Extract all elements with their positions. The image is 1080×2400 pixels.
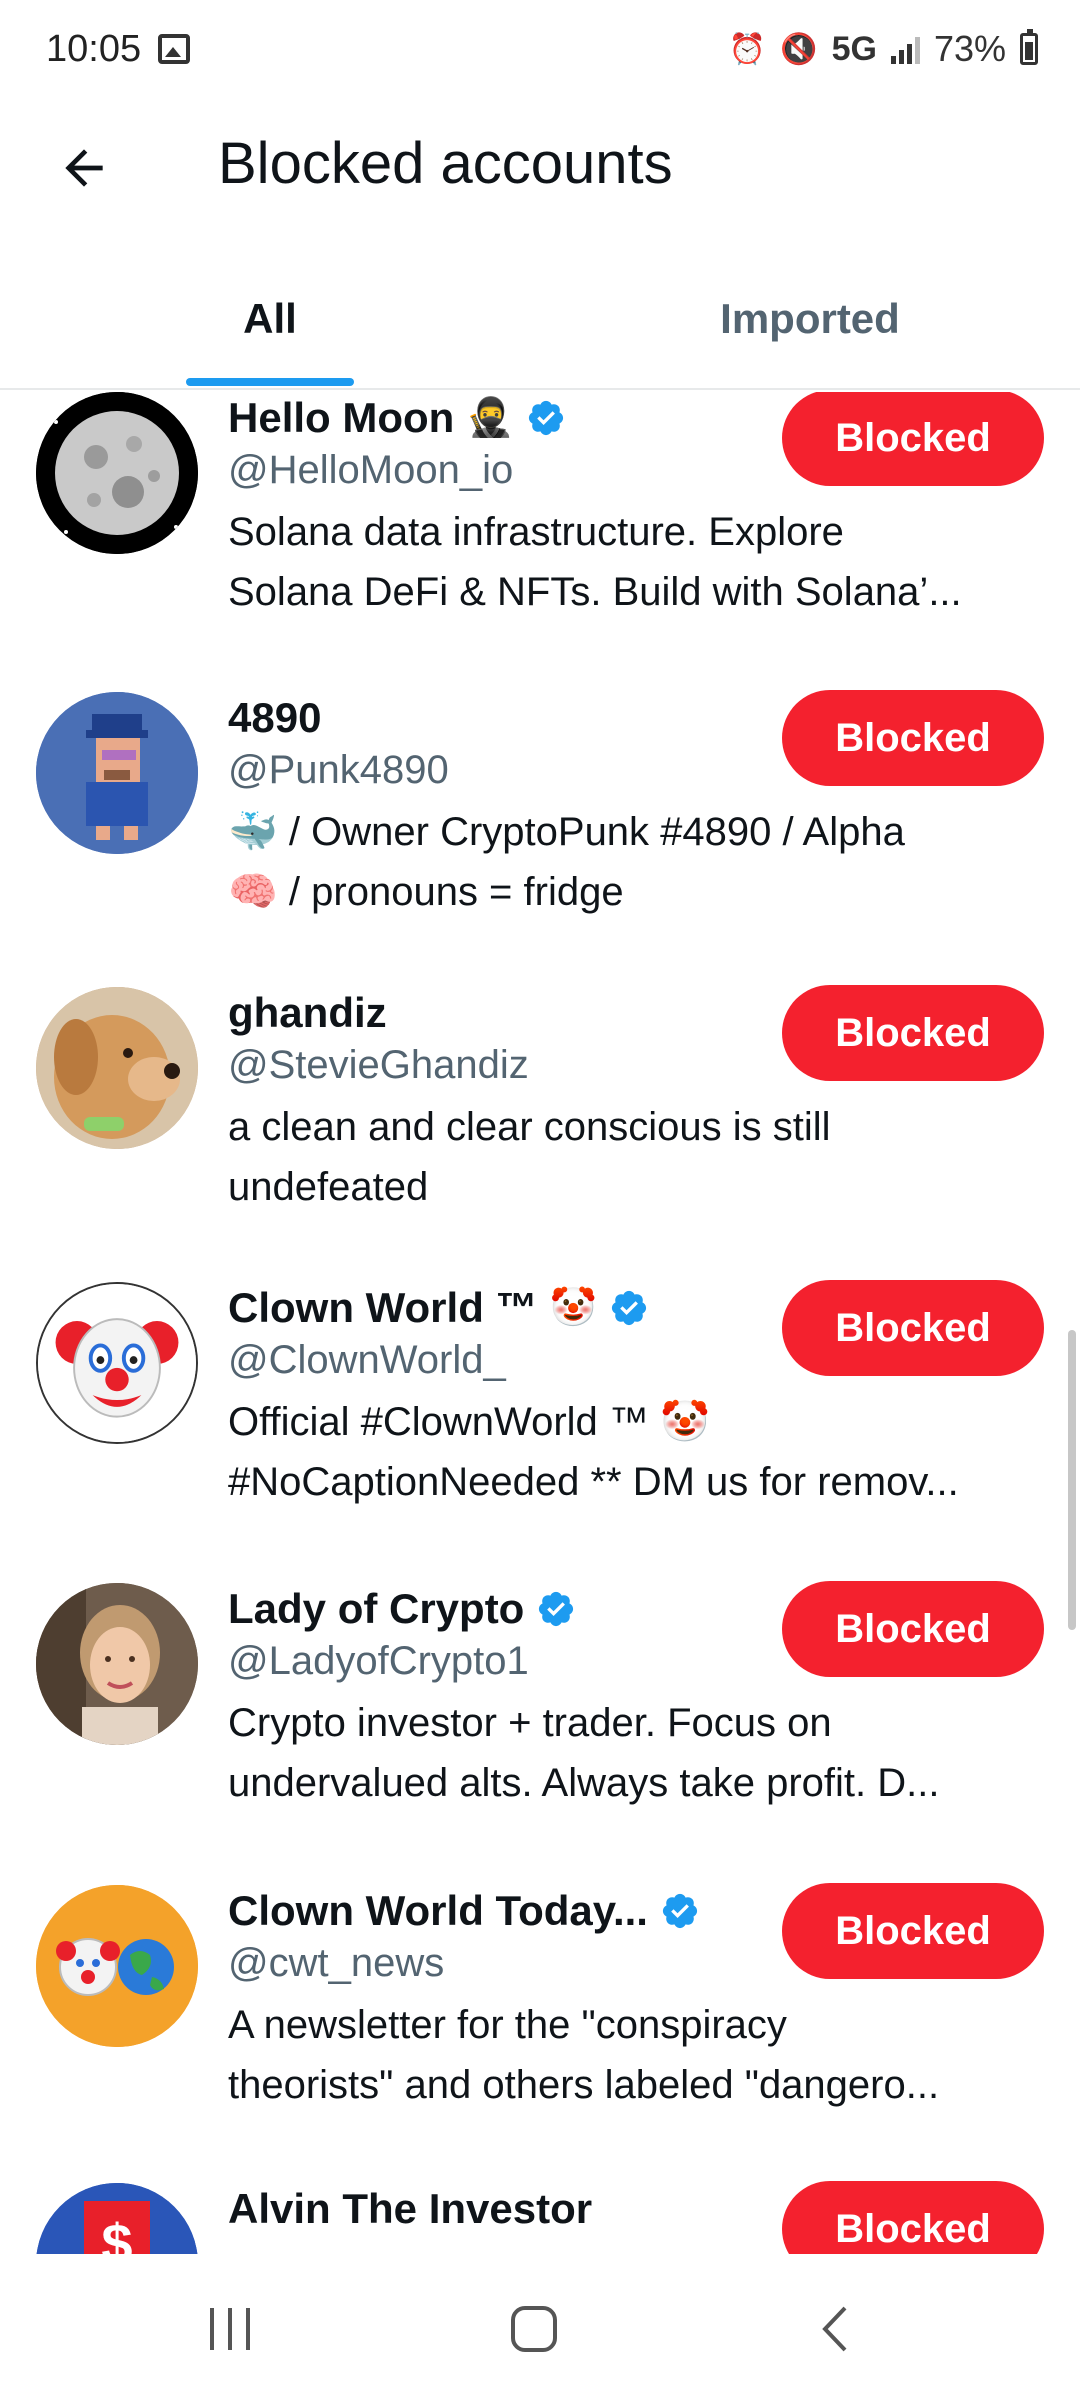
- avatar[interactable]: [36, 987, 198, 1149]
- blocked-button[interactable]: Blocked: [782, 1280, 1044, 1376]
- recent-apps-button[interactable]: [170, 2284, 290, 2374]
- network-type: 5G: [831, 29, 877, 68]
- tab-all[interactable]: All: [0, 250, 540, 388]
- blocked-button[interactable]: Blocked: [782, 2181, 1044, 2254]
- blocked-button[interactable]: Blocked: [782, 690, 1044, 786]
- account-handle: @StevieGhandiz: [228, 1043, 529, 1087]
- blocked-button[interactable]: Blocked: [782, 985, 1044, 1081]
- battery-icon: [1020, 29, 1038, 65]
- bio-line: Official #ClownWorld ™ 🤡: [228, 1400, 710, 1444]
- alarm-icon: ⏰: [728, 32, 767, 66]
- back-button[interactable]: [48, 132, 120, 204]
- verified-badge-icon: [662, 1893, 698, 1929]
- gallery-notification-icon: [158, 34, 190, 64]
- status-bar: 10:05 ⏰ 🔇 5G 73%: [0, 0, 1080, 100]
- dog-avatar-icon: [36, 987, 198, 1149]
- bio-line: undefeated: [228, 1165, 429, 1209]
- woman-avatar-icon: [36, 1583, 198, 1745]
- active-tab-indicator: [186, 378, 354, 386]
- account-bio: Official #ClownWorld ™ 🤡 #NoCaptionNeede…: [228, 1392, 1048, 1512]
- battery-percentage: 73%: [933, 28, 1006, 69]
- account-name: Clown World ™: [228, 1284, 538, 1331]
- signal-icon: [890, 34, 920, 64]
- tab-bar: All Imported: [0, 250, 1080, 390]
- account-name: 4890: [228, 694, 322, 741]
- account-bio: Solana data infrastructure. Explore Sola…: [228, 502, 1048, 622]
- svg-text:$: $: [101, 2212, 132, 2254]
- list-item[interactable]: 4890 @Punk4890 🐳 / Owner CryptoPunk #489…: [0, 684, 1080, 984]
- bio-line: theorists" and others labeled "dangero..…: [228, 2063, 940, 2107]
- blocked-button[interactable]: Blocked: [782, 1581, 1044, 1677]
- account-handle: @ClownWorld_: [228, 1338, 506, 1382]
- tab-imported[interactable]: Imported: [540, 250, 1080, 388]
- bio-line: Crypto investor + trader. Focus on: [228, 1701, 832, 1745]
- clown-avatar-icon: [38, 1284, 196, 1442]
- list-item[interactable]: Lady of Crypto @LadyofCrypto1 Crypto inv…: [0, 1575, 1080, 1875]
- clown-emoji: 🤡: [549, 1287, 597, 1329]
- account-handle: @HelloMoon_io: [228, 448, 514, 492]
- bio-line: Solana DeFi & NFTs. Build with Solana’..…: [228, 570, 962, 614]
- account-name: ghandiz: [228, 989, 387, 1036]
- dollar-avatar-icon: $: [36, 2183, 198, 2254]
- list-item[interactable]: Clown World ™ 🤡 @ClownWorld_ Official #C…: [0, 1274, 1080, 1574]
- chevron-left-icon: [822, 2306, 847, 2352]
- clown-globe-avatar-icon: [36, 1885, 198, 2047]
- account-handle: @Punk4890: [228, 748, 449, 792]
- account-name: Lady of Crypto: [228, 1585, 525, 1632]
- account-handle: @cwt_news: [228, 1941, 445, 1985]
- arrow-left-icon: [65, 149, 103, 187]
- account-name: Alvin The Investor: [228, 2185, 593, 2232]
- bio-line: A newsletter for the "conspiracy: [228, 2003, 787, 2047]
- list-item[interactable]: ghandiz @StevieGhandiz a clean and clear…: [0, 979, 1080, 1279]
- avatar[interactable]: [36, 1885, 198, 2047]
- home-icon: [511, 2306, 557, 2352]
- avatar[interactable]: [36, 1583, 198, 1745]
- bio-line: Solana data infrastructure. Explore: [228, 510, 844, 554]
- blocked-button[interactable]: Blocked: [782, 1883, 1044, 1979]
- mute-icon: 🔇: [780, 32, 818, 66]
- blocked-button[interactable]: Blocked: [782, 392, 1044, 486]
- bio-line: #NoCaptionNeeded ** DM us for remov...: [228, 1460, 959, 1504]
- account-name: Hello Moon: [228, 394, 455, 441]
- blocked-accounts-list[interactable]: Hello Moon 🥷 @HelloMoon_io Solana data i…: [0, 392, 1080, 2254]
- list-item[interactable]: Clown World Today... @cwt_news A newslet…: [0, 1877, 1080, 2177]
- bio-line: 🐳 / Owner CryptoPunk #4890 / Alpha: [228, 810, 905, 854]
- status-icons: ⏰ 🔇 5G 73%: [729, 28, 1038, 70]
- verified-badge-icon: [611, 1290, 646, 1326]
- system-back-button[interactable]: [776, 2284, 896, 2374]
- account-bio: a clean and clear conscious is still und…: [228, 1097, 1048, 1217]
- bio-line: 🧠 / pronouns = fridge: [228, 870, 624, 914]
- list-item[interactable]: $ Alvin The Investor Blocked: [0, 2175, 1080, 2254]
- system-nav-bar: [0, 2254, 1080, 2400]
- ninja-emoji: 🥷: [466, 397, 514, 439]
- avatar[interactable]: [36, 392, 198, 554]
- avatar[interactable]: [36, 692, 198, 854]
- avatar[interactable]: $: [36, 2183, 198, 2254]
- verified-badge-icon: [528, 400, 563, 436]
- account-bio: Crypto investor + trader. Focus on under…: [228, 1693, 1048, 1813]
- bio-line: undervalued alts. Always take profit. D.…: [228, 1761, 940, 1805]
- status-time: 10:05: [46, 28, 142, 70]
- scrollbar[interactable]: [1068, 1330, 1076, 1630]
- list-item[interactable]: Hello Moon 🥷 @HelloMoon_io Solana data i…: [0, 392, 1080, 684]
- moon-avatar-icon: [36, 392, 198, 554]
- account-bio: A newsletter for the "conspiracy theoris…: [228, 1995, 1048, 2115]
- verified-badge-icon: [539, 1591, 574, 1627]
- home-button[interactable]: [474, 2284, 594, 2374]
- pixel-punk-avatar-icon: [36, 692, 198, 854]
- account-handle: @LadyofCrypto1: [228, 1639, 529, 1683]
- app-header: Blocked accounts: [0, 100, 1080, 230]
- recent-apps-icon: [210, 2308, 250, 2350]
- bio-line: a clean and clear conscious is still: [228, 1105, 831, 1149]
- account-name: Clown World Today...: [228, 1887, 648, 1934]
- page-title: Blocked accounts: [218, 131, 673, 196]
- account-bio: 🐳 / Owner CryptoPunk #4890 / Alpha 🧠 / p…: [228, 802, 1048, 922]
- avatar[interactable]: [36, 1282, 198, 1444]
